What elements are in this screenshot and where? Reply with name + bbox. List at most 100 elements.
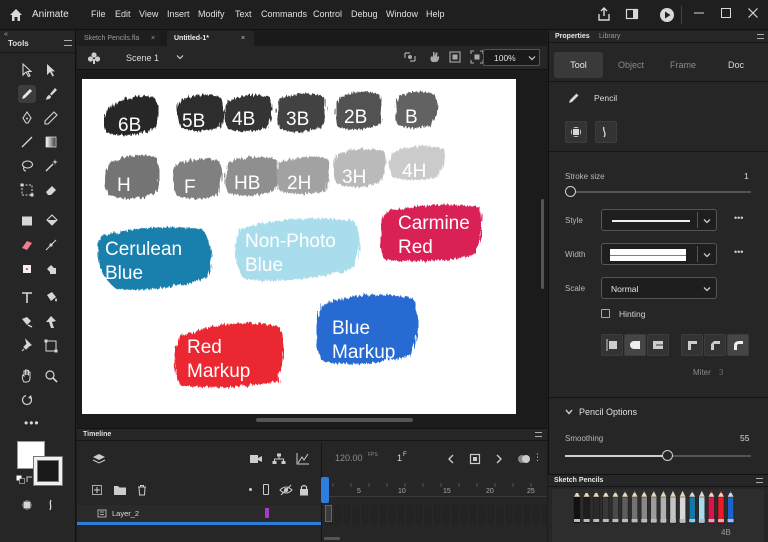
menu-edit[interactable]: Edit: [115, 9, 131, 19]
more-tools-icon[interactable]: •••: [24, 417, 50, 429]
cap-square-button[interactable]: [647, 334, 669, 356]
fill-color-swatch[interactable]: [33, 456, 63, 486]
pencil-item[interactable]: [669, 491, 677, 524]
text-tool-icon[interactable]: [18, 289, 36, 307]
swatch-cerulean-blue[interactable]: Cerulean Blue: [98, 227, 212, 290]
tab-properties[interactable]: Properties: [555, 33, 590, 40]
menu-text[interactable]: Text: [235, 9, 252, 19]
hinting-checkbox[interactable]: [601, 309, 610, 318]
swatch-red-markup[interactable]: Red Markup: [174, 322, 284, 388]
pin-tool-icon[interactable]: [18, 337, 36, 355]
playhead[interactable]: [321, 477, 329, 503]
close-icon[interactable]: [745, 7, 761, 23]
segment-tool[interactable]: Tool: [554, 52, 603, 78]
segment-doc[interactable]: Doc: [711, 52, 761, 78]
cap-none-button[interactable]: [601, 334, 623, 356]
puppet-warp-tool-icon[interactable]: [42, 313, 60, 331]
pencil-item[interactable]: [727, 491, 734, 524]
smoothing-value[interactable]: 55: [740, 433, 749, 443]
panel-menu-icon[interactable]: [535, 432, 542, 437]
tab-untitled-1[interactable]: Untitled-1* ×: [167, 31, 254, 46]
next-frame-icon[interactable]: [493, 453, 505, 465]
pencil-item[interactable]: [631, 491, 638, 524]
scene-dropdown-icon[interactable]: [175, 52, 185, 62]
menu-insert[interactable]: Insert: [167, 9, 190, 19]
keyframe[interactable]: [325, 505, 332, 522]
stroke-style-dropdown[interactable]: [601, 209, 717, 231]
layer-row[interactable]: Layer_2: [77, 505, 321, 522]
subselection-tool-icon[interactable]: [42, 61, 60, 79]
gradient-tool-icon[interactable]: [42, 133, 60, 151]
graph-editor-icon[interactable]: [296, 453, 310, 465]
swatch-5b[interactable]: 5B: [177, 94, 224, 132]
join-bevel-button[interactable]: [704, 334, 726, 356]
center-stage-icon[interactable]: [470, 50, 484, 64]
scene-name[interactable]: Scene 1: [126, 53, 159, 63]
pencil-set-graphic[interactable]: [552, 489, 764, 542]
collapse-chevron-icon[interactable]: [564, 407, 574, 417]
parenting-icon[interactable]: [272, 453, 286, 465]
scene-icon[interactable]: [86, 50, 102, 66]
line-tool-icon[interactable]: [18, 133, 36, 151]
menu-file[interactable]: File: [91, 9, 106, 19]
swatch-4h[interactable]: 4H: [389, 145, 445, 182]
previous-frame-icon[interactable]: [445, 453, 457, 465]
onion-skin-icon[interactable]: [517, 452, 531, 466]
rotation-tool-icon[interactable]: [18, 391, 36, 409]
layer-color-chip[interactable]: [265, 508, 269, 518]
pencil-item[interactable]: [650, 491, 658, 524]
vertical-scrollbar[interactable]: [541, 199, 544, 289]
free-transform-tool-icon[interactable]: [18, 181, 36, 199]
layer-name[interactable]: Layer_2: [112, 509, 139, 518]
test-movie-icon[interactable]: [659, 7, 675, 23]
swatch-3b[interactable]: 3B: [277, 93, 326, 132]
swatch-hb[interactable]: HB: [225, 156, 278, 196]
swatch-6b[interactable]: 6B: [103, 96, 159, 136]
width-options-icon[interactable]: •••: [734, 248, 748, 257]
frame-cells[interactable]: [325, 505, 547, 525]
swap-colors-icon[interactable]: [26, 476, 34, 484]
cap-round-button[interactable]: [624, 334, 646, 356]
pencil-item[interactable]: [612, 491, 619, 524]
frame-ruler[interactable]: 5 10 15 20 25: [325, 483, 547, 497]
menu-commands[interactable]: Commands: [261, 9, 307, 19]
stroke-size-slider-thumb[interactable]: [565, 186, 576, 197]
menu-control[interactable]: Control: [313, 9, 342, 19]
paint-brush-tool-icon[interactable]: [18, 313, 36, 331]
join-miter-button[interactable]: [681, 334, 703, 356]
pencil-item[interactable]: [602, 491, 609, 524]
stage-canvas[interactable]: 6B 5B 4B 3B 2B B H F HB 2H 3H 4H Cerulea…: [82, 79, 516, 414]
lock-icon[interactable]: [299, 484, 309, 496]
width-tool-icon[interactable]: [42, 236, 60, 254]
workspace-icon[interactable]: [624, 7, 640, 23]
segment-frame[interactable]: Frame: [659, 52, 707, 78]
object-drawing-icon[interactable]: [18, 496, 36, 514]
pencil-item[interactable]: [708, 491, 715, 524]
swatch-carmine-red[interactable]: Carmine Red: [380, 204, 482, 262]
rotate-icon[interactable]: [428, 50, 442, 64]
swatch-h[interactable]: H: [105, 155, 159, 199]
brush-tool-icon[interactable]: [42, 85, 60, 103]
share-icon[interactable]: [596, 7, 612, 23]
ink-bottle-tool-icon[interactable]: [42, 289, 60, 307]
zoom-select[interactable]: 100%: [483, 49, 540, 66]
asset-warp-tool-icon[interactable]: [18, 260, 36, 278]
miter-value[interactable]: 3: [719, 368, 723, 377]
lasso-tool-icon[interactable]: [18, 157, 36, 175]
smoothing-slider-track[interactable]: [565, 455, 751, 457]
eraser-tool-icon[interactable]: [42, 181, 60, 199]
timeline-scroll[interactable]: [324, 537, 340, 540]
width-profile-dropdown[interactable]: [601, 243, 717, 265]
fluid-brush-tool-icon[interactable]: [18, 236, 36, 254]
tab-library[interactable]: Library: [599, 33, 620, 40]
pencil-item[interactable]: [583, 491, 590, 524]
tab-sketch-pencils[interactable]: Sketch Pencils.fla ×: [77, 31, 160, 46]
panel-menu-icon[interactable]: [757, 34, 764, 39]
fps-value[interactable]: 120.00: [335, 453, 363, 463]
home-icon[interactable]: [8, 7, 24, 23]
menu-window[interactable]: Window: [386, 9, 418, 19]
swatch-f[interactable]: F: [173, 158, 222, 199]
stroke-size-value[interactable]: 1: [744, 171, 749, 181]
clip-content-icon[interactable]: [448, 50, 462, 64]
horizontal-scrollbar[interactable]: [256, 418, 413, 422]
